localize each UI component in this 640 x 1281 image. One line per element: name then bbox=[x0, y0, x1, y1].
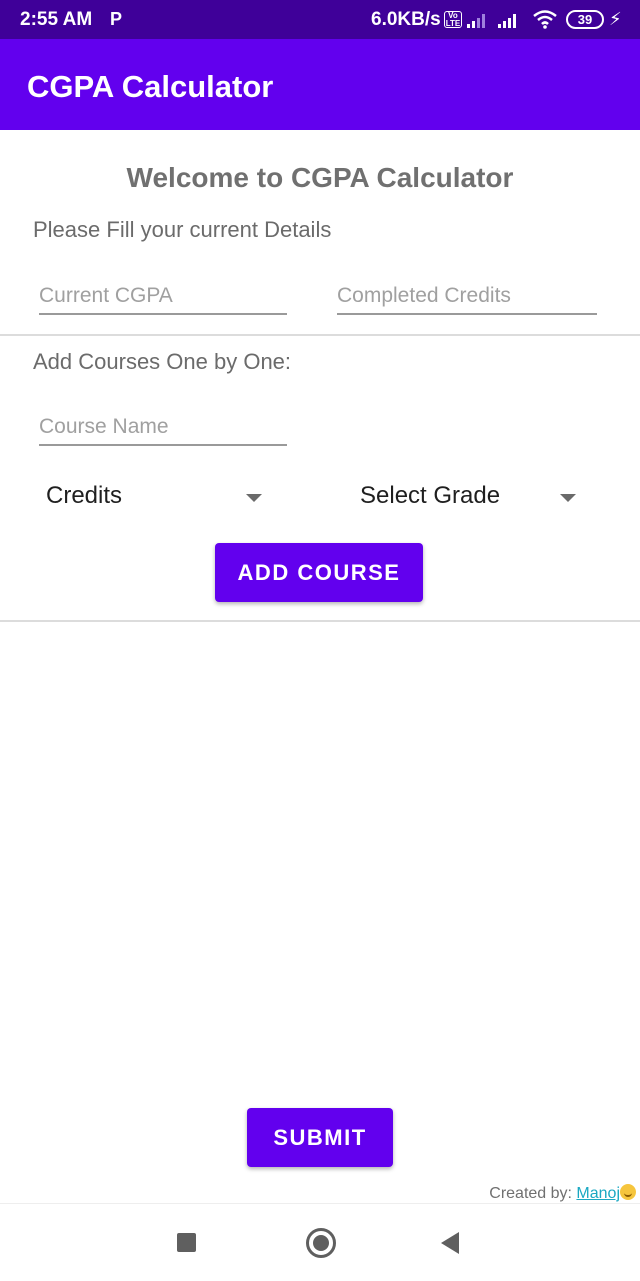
recent-apps-icon[interactable] bbox=[177, 1233, 196, 1252]
submit-button[interactable]: SUBMIT bbox=[247, 1108, 393, 1167]
created-by-label: Created by: bbox=[489, 1185, 577, 1202]
credits-spinner-value: Credits bbox=[46, 482, 123, 509]
signal-icon bbox=[498, 14, 516, 28]
created-by-credit: Created by: Manoj bbox=[489, 1184, 636, 1203]
welcome-title: Welcome to CGPA Calculator bbox=[126, 162, 514, 193]
course-name-input[interactable] bbox=[39, 412, 287, 442]
p-icon: P bbox=[110, 9, 123, 29]
network-speed: 6.0KB/s bbox=[371, 9, 441, 30]
details-prompt: Please Fill your current Details bbox=[33, 217, 332, 242]
divider bbox=[0, 334, 640, 336]
status-time: 2:55 AM bbox=[20, 9, 93, 30]
grade-spinner-value: Select Grade bbox=[360, 482, 501, 509]
charging-bolt-icon: ⚡ bbox=[609, 9, 622, 29]
dropdown-arrow-icon bbox=[560, 494, 576, 502]
author-link[interactable]: Manoj bbox=[576, 1185, 620, 1202]
wifi-icon bbox=[533, 10, 557, 29]
navigation-bar bbox=[0, 1203, 640, 1281]
divider bbox=[0, 620, 640, 622]
app-bar: CGPA Calculator bbox=[0, 39, 640, 130]
signal-icon bbox=[467, 14, 485, 28]
course-name-field bbox=[39, 412, 287, 446]
volte-icon: Vo LTE bbox=[444, 11, 462, 28]
battery-icon: 39 bbox=[566, 10, 604, 29]
app-title: CGPA Calculator bbox=[27, 69, 274, 104]
completed-credits-input[interactable] bbox=[337, 281, 597, 311]
current-cgpa-field bbox=[39, 281, 287, 315]
home-icon[interactable] bbox=[306, 1228, 336, 1258]
courses-prompt: Add Courses One by One: bbox=[33, 349, 292, 374]
completed-credits-field bbox=[337, 281, 597, 315]
current-cgpa-input[interactable] bbox=[39, 281, 287, 311]
grade-spinner[interactable]: Select Grade bbox=[360, 476, 580, 516]
back-icon[interactable] bbox=[441, 1232, 459, 1254]
status-bar: 2:55 AM P 6.0KB/s Vo LTE 39 ⚡ bbox=[0, 0, 640, 39]
smile-emoji-icon bbox=[620, 1184, 636, 1200]
credits-spinner[interactable]: Credits bbox=[46, 476, 266, 516]
dropdown-arrow-icon bbox=[246, 494, 262, 502]
add-course-button[interactable]: ADD COURSE bbox=[215, 543, 423, 602]
